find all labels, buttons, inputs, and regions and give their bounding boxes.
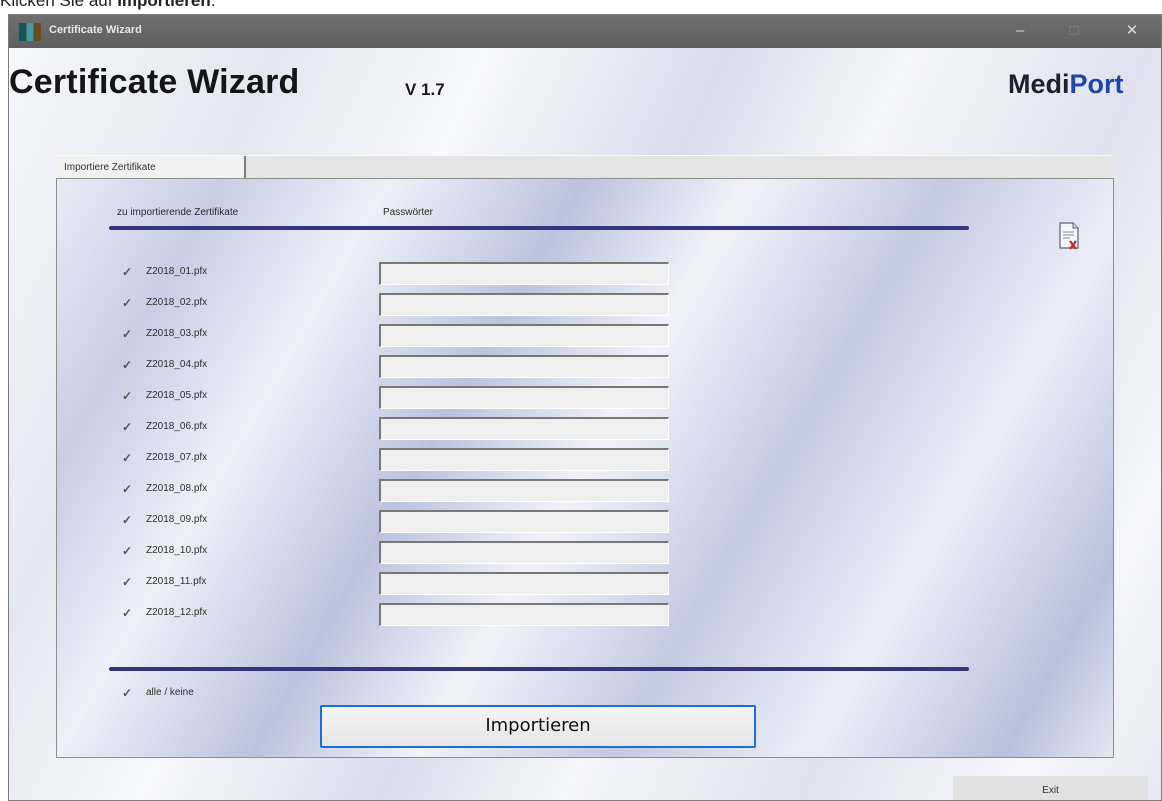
password-field[interactable] <box>379 355 669 378</box>
close-button[interactable]: ✕ <box>1109 15 1155 48</box>
checkmark-icon[interactable]: ✓ <box>122 390 133 402</box>
all-none-label: alle / keine <box>146 687 194 698</box>
brand-part1: Medi <box>1008 69 1070 99</box>
tab-strip: Importiere Zertifikate <box>56 155 1113 179</box>
certificate-filename: Z2018_09.pfx <box>146 514 208 525</box>
checkmark-icon[interactable]: ✓ <box>122 545 133 557</box>
certificate-row: ✓ Z2018_05.pfx <box>57 386 757 416</box>
instruction-bold: Importieren <box>117 0 211 10</box>
certificate-filename: Z2018_11.pfx <box>146 576 207 587</box>
document-icon <box>1059 222 1079 250</box>
footer-divider <box>109 667 969 671</box>
certificate-filename: Z2018_02.pfx <box>146 297 208 308</box>
app-title: Certificate Wizard <box>9 63 300 101</box>
password-field[interactable] <box>379 262 669 285</box>
certificate-row: ✓ Z2018_09.pfx <box>57 510 757 540</box>
instruction-suffix: . <box>210 0 216 10</box>
certificate-row: ✓ Z2018_07.pfx <box>57 448 757 478</box>
maximize-button[interactable]: □ <box>1051 15 1097 48</box>
certificate-row: ✓ Z2018_12.pfx <box>57 603 757 633</box>
password-field[interactable] <box>379 448 669 471</box>
certificate-row: ✓ Z2018_02.pfx <box>57 293 757 323</box>
certificate-filename: Z2018_03.pfx <box>146 328 208 339</box>
checkmark-icon[interactable]: ✓ <box>122 421 133 433</box>
window-titlebar[interactable]: Certificate Wizard – □ ✕ <box>9 15 1161 48</box>
wizard-content: Certificate Wizard V 1.7 MediPort Import… <box>9 48 1161 800</box>
checkmark-icon[interactable]: ✓ <box>122 359 133 371</box>
password-field[interactable] <box>379 541 669 564</box>
password-field[interactable] <box>379 510 669 533</box>
certificate-row: ✓ Z2018_08.pfx <box>57 479 757 509</box>
checkmark-icon[interactable]: ✓ <box>122 328 133 340</box>
password-field[interactable] <box>379 293 669 316</box>
checkmark-icon[interactable]: ✓ <box>122 576 133 588</box>
password-field[interactable] <box>379 417 669 440</box>
checkmark-icon[interactable]: ✓ <box>122 297 133 309</box>
certificate-row: ✓ Z2018_03.pfx <box>57 324 757 354</box>
instruction-prefix: Klicken Sie auf <box>0 0 118 10</box>
minimize-button[interactable]: – <box>997 15 1043 48</box>
certificate-filename: Z2018_07.pfx <box>146 452 208 463</box>
password-field[interactable] <box>379 386 669 409</box>
checkmark-icon[interactable]: ✓ <box>122 687 133 699</box>
column-header-certificates: zu importierende Zertifikate <box>117 207 239 218</box>
certificate-row: ✓ Z2018_04.pfx <box>57 355 757 385</box>
certificate-row: ✓ Z2018_06.pfx <box>57 417 757 447</box>
exit-button[interactable]: Exit <box>953 776 1148 800</box>
checkmark-icon[interactable]: ✓ <box>122 483 133 495</box>
certificate-filename: Z2018_12.pfx <box>146 607 208 618</box>
checkmark-icon[interactable]: ✓ <box>122 452 133 464</box>
instruction-text: Klicken Sie auf Importieren. <box>0 0 215 11</box>
header-divider <box>109 226 969 230</box>
certificate-wizard-window: Certificate Wizard – □ ✕ Certificate Wiz… <box>8 14 1162 801</box>
certificate-filename: Z2018_05.pfx <box>146 390 208 401</box>
tab-import-certificates[interactable]: Importiere Zertifikate <box>56 156 246 179</box>
checkmark-icon[interactable]: ✓ <box>122 607 133 619</box>
app-version: V 1.7 <box>405 80 445 99</box>
certificate-row: ✓ Z2018_01.pfx <box>57 262 757 292</box>
certificate-filename: Z2018_10.pfx <box>146 545 208 556</box>
certificate-filename: Z2018_06.pfx <box>146 421 208 432</box>
import-button[interactable]: Importieren <box>320 705 756 748</box>
password-field[interactable] <box>379 479 669 502</box>
checkmark-icon[interactable]: ✓ <box>122 266 133 278</box>
certificate-row: ✓ Z2018_11.pfx <box>57 572 757 602</box>
password-field[interactable] <box>379 324 669 347</box>
window-title: Certificate Wizard <box>49 24 142 36</box>
brand-logo: MediPort <box>1008 69 1124 100</box>
app-icon <box>19 23 41 41</box>
certificate-filename: Z2018_01.pfx <box>146 266 208 277</box>
certificate-row: ✓ Z2018_10.pfx <box>57 541 757 571</box>
checkmark-icon[interactable]: ✓ <box>122 514 133 526</box>
password-field[interactable] <box>379 603 669 626</box>
import-panel: zu importierende Zertifikate Passwörter … <box>56 178 1114 758</box>
column-header-passwords: Passwörter <box>383 207 434 218</box>
brand-part2: Port <box>1069 69 1124 99</box>
certificate-filename: Z2018_04.pfx <box>146 359 208 370</box>
certificate-filename: Z2018_08.pfx <box>146 483 208 494</box>
password-field[interactable] <box>379 572 669 595</box>
